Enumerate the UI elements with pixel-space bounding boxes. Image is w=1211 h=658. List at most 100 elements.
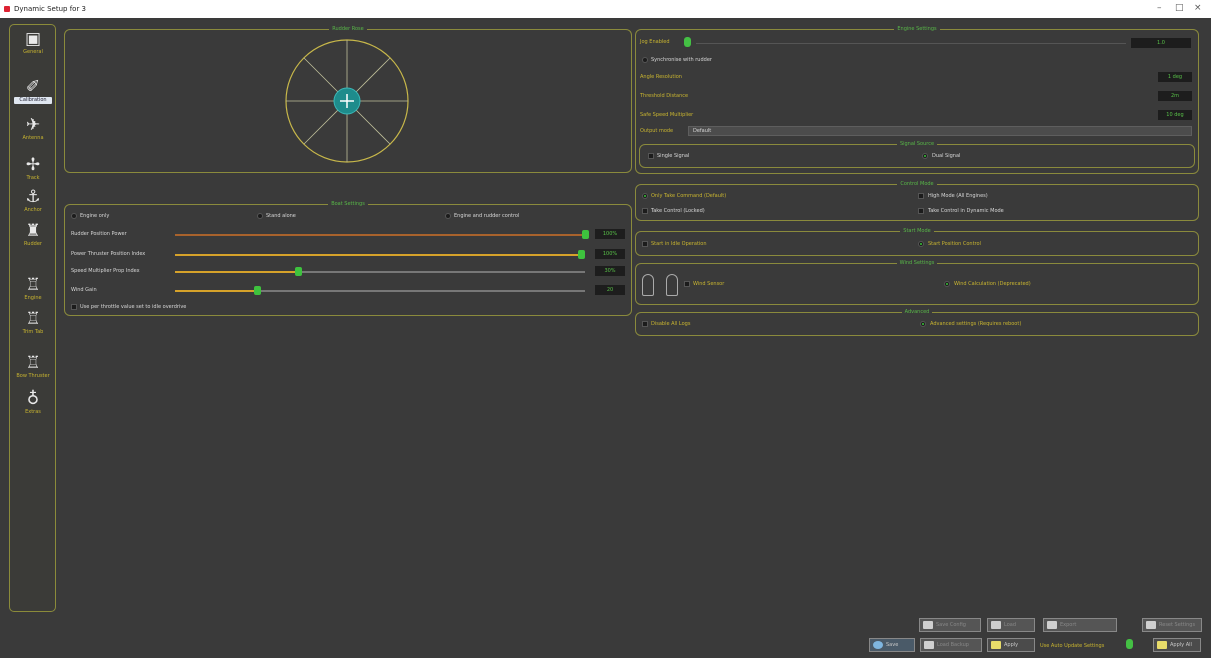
- jog-value[interactable]: 1.0: [1131, 38, 1191, 48]
- only-take-command-radio[interactable]: [642, 193, 648, 199]
- start-mode-title: Start Mode: [636, 228, 1198, 234]
- boat-bow-icon[interactable]: [642, 274, 654, 296]
- single-signal-checkbox[interactable]: [648, 153, 654, 159]
- sync-rudder-label: Synchronise with rudder: [651, 57, 712, 63]
- slider-fill: [175, 234, 585, 236]
- slider-value[interactable]: 100%: [595, 249, 625, 259]
- wind-sensor-checkbox[interactable]: [684, 281, 690, 287]
- advanced-settings-label: Advanced settings (Requires reboot): [930, 321, 1022, 327]
- wind-title: Wind Settings: [636, 260, 1198, 266]
- maximize-button[interactable]: □: [1175, 3, 1184, 13]
- slider-thumb[interactable]: [295, 267, 302, 276]
- keyboard-icon: [923, 621, 933, 629]
- boat-settings-title: Boat Settings: [65, 201, 631, 207]
- stand-alone-radio[interactable]: [257, 213, 263, 219]
- slider-value[interactable]: 100%: [595, 229, 625, 239]
- take-control-dynamic-checkbox[interactable]: [918, 208, 924, 214]
- sidebar-item-label: Track: [26, 175, 40, 181]
- engine-only-radio[interactable]: [71, 213, 77, 219]
- slider-fill: [175, 290, 257, 292]
- sidebar-item-rudder[interactable]: ♜ Rudder: [14, 221, 52, 248]
- boat-settings-panel: Boat Settings Engine only Stand alone En…: [64, 201, 632, 316]
- engine-settings-panel: Engine Settings Jog Enabled 1.0 Synchron…: [635, 26, 1199, 174]
- output-mode-select[interactable]: Default: [688, 126, 1192, 136]
- sidebar-item-label: Anchor: [24, 207, 42, 213]
- take-control-dynamic-label: Take Control in Dynamic Mode: [928, 208, 1004, 214]
- slider-value[interactable]: 20: [595, 285, 625, 295]
- start-mode-panel: Start Mode Start in Idle Operation Start…: [635, 228, 1199, 256]
- slider-track[interactable]: [175, 286, 585, 295]
- slider-label: Speed Multiplier Prop Index: [71, 268, 140, 274]
- slider-fill: [175, 271, 298, 273]
- compass-panel-title: Rudder Rose: [65, 26, 631, 32]
- minimize-button[interactable]: –: [1157, 3, 1162, 13]
- close-button[interactable]: ×: [1194, 3, 1202, 13]
- slider-track[interactable]: [175, 250, 585, 259]
- sidebar-item-label: Trim Tab: [22, 329, 44, 335]
- sidebar-item-antenna[interactable]: ✈ Antenna: [14, 115, 52, 142]
- threshold-distance-value[interactable]: 2m: [1158, 91, 1192, 101]
- auto-update-label: Use Auto Update Settings: [1040, 643, 1105, 649]
- compass-rose[interactable]: [281, 34, 413, 168]
- advanced-settings-radio[interactable]: [920, 321, 926, 327]
- angle-resolution-value[interactable]: 1 deg: [1158, 72, 1192, 82]
- control-mode-title: Control Mode: [636, 181, 1198, 187]
- high-mode-checkbox[interactable]: [918, 193, 924, 199]
- apply-all-button[interactable]: Apply All: [1153, 638, 1201, 652]
- save-config-button[interactable]: Save Config: [919, 618, 981, 632]
- wind-calculation-label: Wind Calculation (Deprecated): [954, 281, 1031, 287]
- reset-settings-button[interactable]: Reset Settings: [1142, 618, 1202, 632]
- take-control-locked-checkbox[interactable]: [642, 208, 648, 214]
- slider-label: Rudder Position Power: [71, 231, 127, 237]
- start-position-radio[interactable]: [918, 241, 924, 247]
- sync-rudder-radio[interactable]: [642, 57, 648, 63]
- single-signal-label: Single Signal: [657, 153, 690, 159]
- wind-panel: Wind Settings Wind Sensor Wind Calculati…: [635, 260, 1199, 305]
- wind-calculation-radio[interactable]: [944, 281, 950, 287]
- idle-overdrive-label: Use per throttle value set to idle overd…: [80, 304, 187, 310]
- sidebar-item-bow-thruster[interactable]: ♖ Bow Thruster: [14, 353, 52, 380]
- window-title: Dynamic Setup for 3: [14, 5, 86, 13]
- slider-thumb[interactable]: [582, 230, 589, 239]
- slider-thumb[interactable]: [254, 286, 261, 295]
- dual-signal-radio[interactable]: [922, 153, 928, 159]
- outboard-icon: ♖: [25, 309, 41, 329]
- load-button[interactable]: Load: [987, 618, 1035, 632]
- sidebar-item-anchor[interactable]: ⚓ Anchor: [14, 187, 52, 214]
- jog-label: Jog Enabled: [640, 39, 670, 45]
- plane-icon: ✢: [25, 155, 41, 175]
- sidebar-item-trim-tab[interactable]: ♖ Trim Tab: [14, 309, 52, 336]
- disable-logs-checkbox[interactable]: [642, 321, 648, 327]
- sidebar-item-extras[interactable]: ♁ Extras: [14, 389, 52, 416]
- jog-toggle[interactable]: [684, 37, 691, 47]
- slider-fill: [175, 254, 581, 256]
- folder-icon: [1157, 641, 1167, 649]
- slider-track[interactable]: [175, 267, 585, 276]
- save-button[interactable]: Save: [869, 638, 915, 652]
- output-mode-label: Output mode: [640, 128, 674, 134]
- slider-value[interactable]: 30%: [595, 266, 625, 276]
- safe-speed-value[interactable]: 10 deg: [1158, 110, 1192, 120]
- sidebar-item-track[interactable]: ✢ Track: [14, 155, 52, 182]
- slider-track[interactable]: [175, 230, 589, 239]
- globe-icon: [873, 641, 883, 649]
- sidebar-item-general[interactable]: ▣ General: [14, 29, 52, 56]
- sidebar-item-label: General: [23, 49, 43, 55]
- control-mode-panel: Control Mode Only Take Command (Default)…: [635, 181, 1199, 221]
- auto-update-toggle[interactable]: [1126, 639, 1133, 649]
- sidebar-item-engine[interactable]: ♖ Engine: [14, 275, 52, 302]
- idle-overdrive-checkbox[interactable]: [71, 304, 77, 310]
- folder-icon: [991, 641, 1001, 649]
- load-backup-button[interactable]: Load Backup: [920, 638, 982, 652]
- boat-stern-icon[interactable]: [666, 274, 678, 296]
- high-mode-label: High Mode (All Engines): [928, 193, 988, 199]
- sidebar-item-calibration[interactable]: ✐ Calibration: [14, 77, 52, 104]
- signal-source-title: Signal Source: [640, 141, 1194, 147]
- sidebar-item-label: Antenna: [22, 135, 44, 141]
- start-idle-checkbox[interactable]: [642, 241, 648, 247]
- export-button[interactable]: Export: [1043, 618, 1117, 632]
- safe-speed-label: Safe Speed Multiplier: [640, 112, 694, 118]
- engine-rudder-radio[interactable]: [445, 213, 451, 219]
- slider-thumb[interactable]: [577, 250, 585, 259]
- apply-button[interactable]: Apply: [987, 638, 1035, 652]
